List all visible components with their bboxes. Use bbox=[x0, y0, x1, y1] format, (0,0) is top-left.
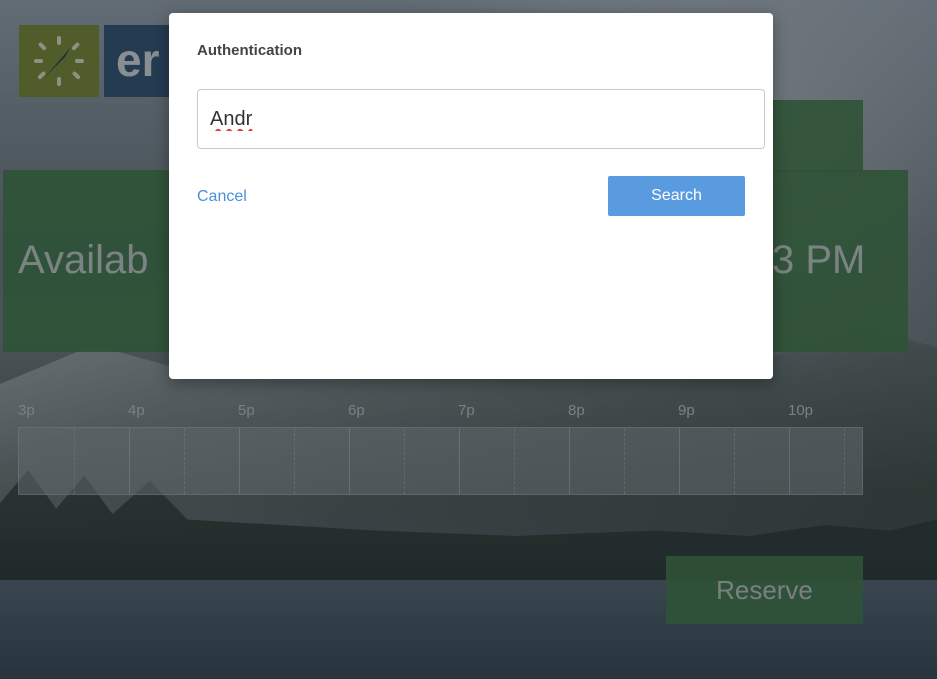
authentication-dialog: Authentication Cancel Search bbox=[169, 13, 773, 379]
dialog-title: Authentication bbox=[197, 42, 302, 59]
authentication-search-input[interactable] bbox=[197, 89, 765, 149]
cancel-button[interactable]: Cancel bbox=[197, 188, 247, 206]
search-button[interactable]: Search bbox=[608, 176, 745, 216]
